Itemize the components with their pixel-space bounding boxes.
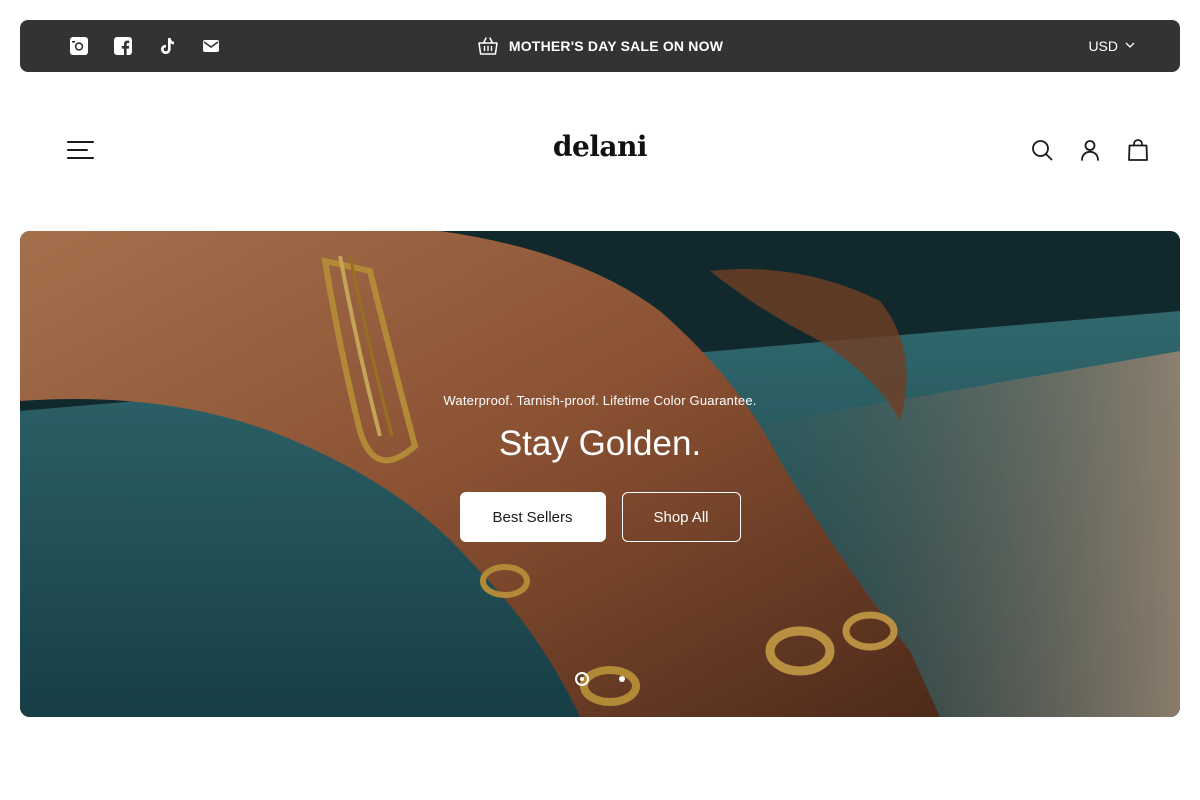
facebook-icon[interactable] [113, 36, 133, 56]
logo[interactable]: delani [0, 130, 1200, 163]
account-icon[interactable] [1078, 138, 1102, 162]
shop-all-button[interactable]: Shop All [621, 492, 741, 542]
announcement-bar: MOTHER'S DAY SALE ON NOW USD [20, 20, 1180, 72]
chevron-down-icon [1124, 38, 1136, 54]
hero-banner: Waterproof. Tarnish-proof. Lifetime Colo… [20, 231, 1180, 717]
currency-label: USD [1088, 38, 1118, 54]
header-actions [1030, 138, 1150, 162]
email-icon[interactable] [201, 36, 221, 56]
cart-icon[interactable] [1126, 138, 1150, 162]
promo-text[interactable]: MOTHER'S DAY SALE ON NOW [509, 38, 723, 54]
hero-subtitle: Waterproof. Tarnish-proof. Lifetime Colo… [443, 393, 757, 408]
currency-selector[interactable]: USD [1088, 20, 1136, 72]
slide-dot-2[interactable] [619, 676, 625, 682]
instagram-icon[interactable] [69, 36, 89, 56]
slideshow-pagination [20, 672, 1180, 686]
site-header: delani [0, 96, 1200, 206]
search-icon[interactable] [1030, 138, 1054, 162]
hero-content: Waterproof. Tarnish-proof. Lifetime Colo… [20, 393, 1180, 542]
slide-dot-1[interactable] [575, 672, 589, 686]
hero-buttons: Best Sellers Shop All [20, 492, 1180, 542]
best-sellers-button[interactable]: Best Sellers [459, 492, 606, 542]
basket-icon [477, 35, 499, 57]
hero-title: Stay Golden. [498, 424, 702, 463]
social-links [69, 36, 221, 56]
tiktok-icon[interactable] [157, 36, 177, 56]
